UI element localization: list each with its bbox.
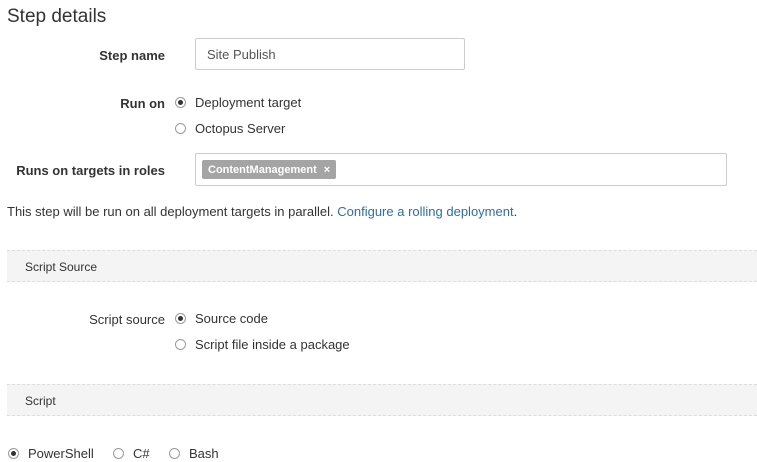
role-chip: ContentManagement ×: [202, 160, 337, 179]
roles-label: Runs on targets in roles: [16, 163, 165, 178]
page-title: Step details: [7, 6, 107, 27]
roles-input[interactable]: ContentManagement ×: [195, 153, 727, 186]
info-text: This step will be run on all deployment …: [7, 204, 334, 219]
remove-chip-icon[interactable]: ×: [324, 164, 330, 176]
section-title: Script: [25, 394, 56, 408]
script-source-package-option[interactable]: Script file inside a package: [175, 337, 350, 352]
section-title: Script Source: [25, 260, 98, 274]
script-source-label: Script source: [89, 312, 165, 327]
radio-unchecked-icon[interactable]: [113, 448, 124, 459]
script-section-header: Script: [7, 384, 757, 416]
run-on-octopus-server-option[interactable]: Octopus Server: [175, 121, 285, 136]
step-name-label: Step name: [99, 48, 165, 63]
parallel-info: This step will be run on all deployment …: [7, 204, 517, 219]
radio-label: PowerShell: [28, 446, 94, 461]
radio-label: Script file inside a package: [195, 337, 350, 352]
radio-label: Bash: [189, 446, 219, 461]
radio-checked-icon[interactable]: [175, 97, 186, 108]
radio-unchecked-icon[interactable]: [175, 123, 186, 134]
language-csharp-option[interactable]: C#: [113, 446, 150, 461]
language-powershell-option[interactable]: PowerShell: [8, 446, 94, 461]
script-source-section-header: Script Source: [7, 250, 757, 282]
radio-label: Octopus Server: [195, 121, 286, 136]
radio-unchecked-icon[interactable]: [169, 448, 180, 459]
role-chip-label: ContentManagement: [208, 163, 317, 176]
radio-checked-icon[interactable]: [175, 313, 186, 324]
radio-label: Deployment target: [195, 95, 302, 110]
info-suffix: .: [513, 204, 518, 219]
step-name-input[interactable]: [195, 38, 465, 70]
radio-label: Source code: [195, 311, 268, 326]
script-source-code-option[interactable]: Source code: [175, 311, 268, 326]
radio-unchecked-icon[interactable]: [175, 339, 186, 350]
language-bash-option[interactable]: Bash: [169, 446, 219, 461]
configure-rolling-deployment-link[interactable]: Configure a rolling deployment: [337, 204, 513, 219]
radio-label: C#: [133, 446, 150, 461]
run-on-deployment-target-option[interactable]: Deployment target: [175, 95, 301, 110]
run-on-label: Run on: [120, 96, 165, 111]
radio-checked-icon[interactable]: [8, 448, 19, 459]
